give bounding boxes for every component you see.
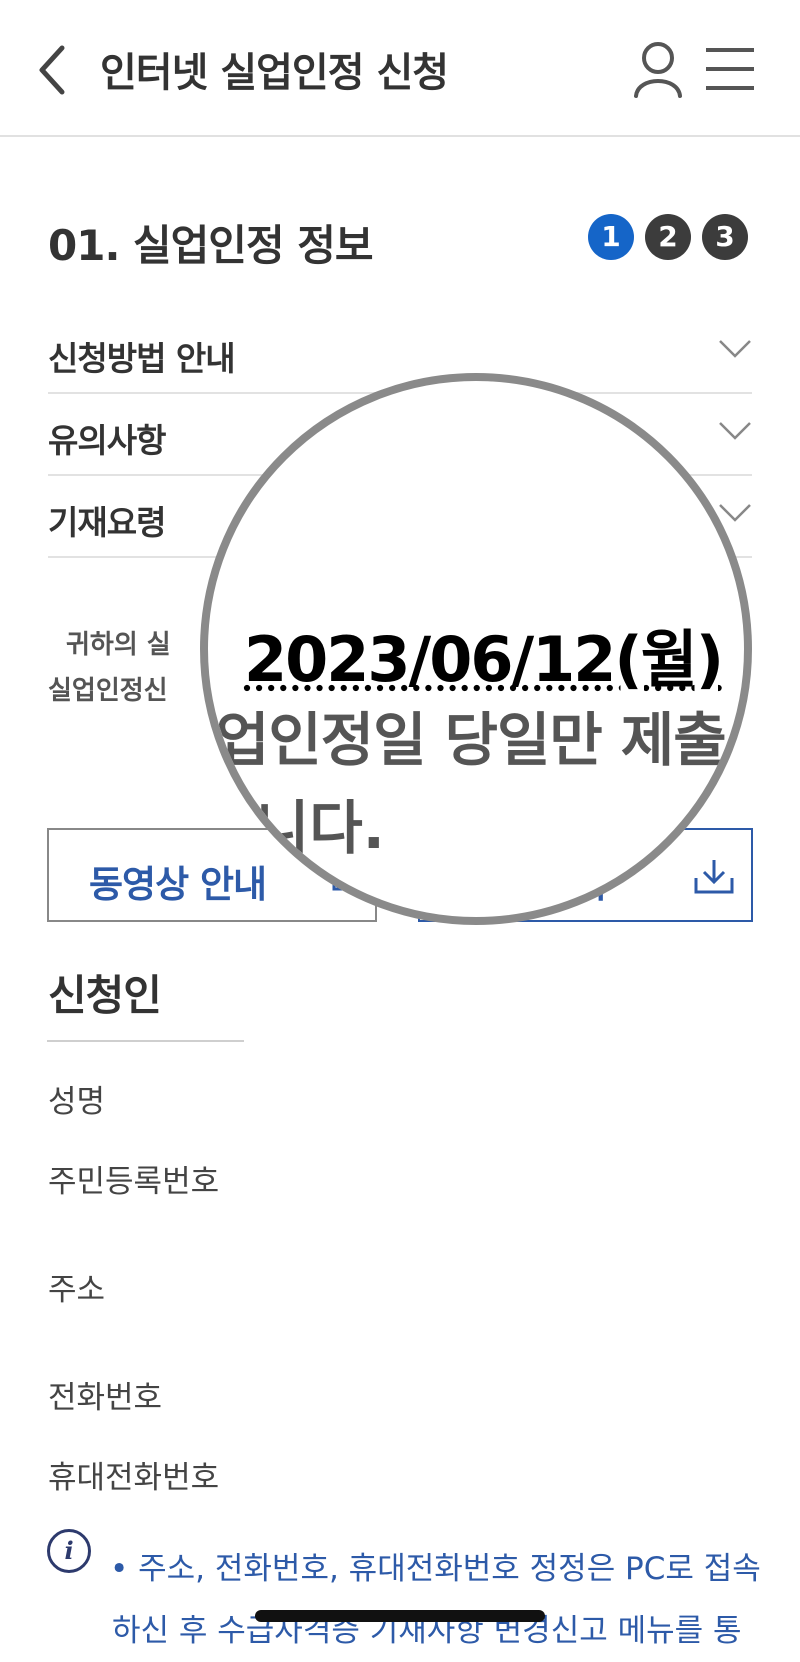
magnified-date: 2023/06/12(월) [244,623,724,696]
chevron-down-icon [719,422,751,440]
step-indicator-3: 3 [702,214,748,260]
divider [47,1040,244,1042]
video-guide-label: 동영상 안내 [89,863,267,906]
accordion-application-method[interactable]: 신청방법 안내 [48,310,752,394]
chevron-left-icon [39,45,65,95]
chevron-down-icon [719,504,751,522]
notice-text-line1: 귀하의 실 [66,630,171,660]
info-icon: i [47,1529,91,1573]
home-indicator[interactable] [255,1610,545,1622]
accordion-label: 신청방법 안내 [48,339,236,378]
accordion-label: 기재요령 [48,503,166,542]
user-button[interactable] [632,40,684,98]
field-label-resident-number: 주민등록번호 [48,1164,220,1200]
field-label-phone: 전화번호 [48,1380,163,1416]
section-title: 01. 실업인정 정보 [48,221,373,270]
field-label-name: 성명 [48,1084,106,1120]
back-button[interactable] [30,38,80,102]
magnifier-overlay: 2023/06/12(월) 업인정일 당일만 제출 니다. [200,373,752,925]
menu-button[interactable] [704,44,756,94]
field-label-mobile: 휴대전화번호 [48,1460,220,1496]
page-title: 인터넷 실업인정 신청 [100,50,449,96]
applicant-title: 신청인 [48,971,162,1020]
chevron-down-icon [719,340,751,358]
notice-text-line2: 실업인정신 [48,676,168,706]
user-icon [634,42,682,98]
step-indicator-2: 2 [645,214,691,260]
step-indicator-1: 1 [588,214,634,260]
download-icon [694,860,734,894]
hamburger-menu-icon [706,48,754,90]
magnified-text-line2: 업인정일 당일만 제출 [216,706,727,774]
info-text: • 주소, 전화번호, 휴대전화번호 정정은 PC로 접속하신 후 수급자격증 … [110,1551,761,1649]
magnified-text-line3: 니다. [256,794,385,862]
accordion-label: 유의사항 [48,421,166,460]
field-label-address: 주소 [48,1272,106,1308]
